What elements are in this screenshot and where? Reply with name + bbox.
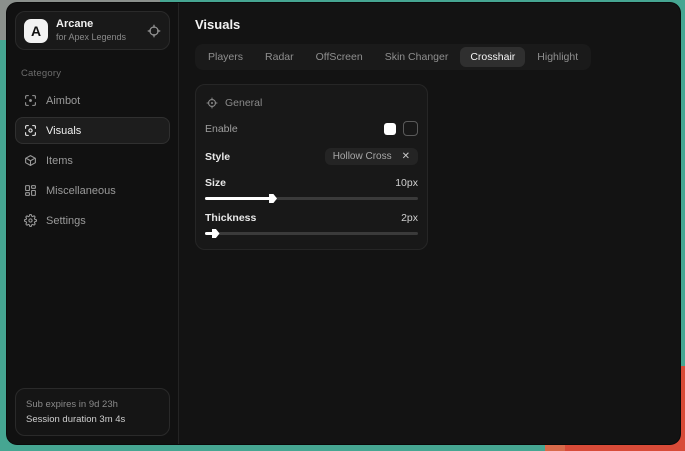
subscription-info-card: Sub expires in 9d 23h Session duration 3… [15,388,170,436]
sidebar-item-visuals[interactable]: Visuals [15,117,170,144]
enable-keybind-button[interactable] [403,121,418,136]
enable-checkbox[interactable] [384,123,396,135]
thickness-row: Thickness 2px [205,212,418,224]
crosshair-icon [206,97,218,109]
sidebar-item-label: Miscellaneous [46,185,116,197]
thickness-value: 2px [401,212,418,224]
size-slider-thumb[interactable] [269,194,277,203]
sidebar-item-label: Aimbot [46,95,80,107]
gear-icon [24,214,37,227]
sidebar-item-label: Settings [46,215,86,227]
sidebar-item-aimbot[interactable]: Aimbot [15,87,170,114]
sidebar: A Arcane for Apex Legends Category Aimbo… [7,3,179,444]
enable-label: Enable [205,123,238,135]
thickness-setting: Thickness 2px [205,212,418,235]
tab-radar[interactable]: Radar [255,47,304,67]
enable-controls [384,121,418,136]
session-duration-text: Session duration 3m 4s [26,412,159,427]
panel-header: General [206,97,417,109]
size-slider-fill [205,197,271,200]
style-select[interactable]: Hollow Cross ✕ [325,148,418,165]
thickness-slider[interactable] [205,232,418,235]
grid-icon [24,184,37,197]
package-icon [24,154,37,167]
app-name: Arcane [56,18,139,32]
viewfinder-icon [24,94,37,107]
sidebar-item-label: Items [46,155,73,167]
app-titles: Arcane for Apex Legends [56,18,139,43]
sidebar-item-items[interactable]: Items [15,147,170,174]
thickness-label: Thickness [205,212,256,224]
general-panel: General Enable Style Hollow Cross ✕ Size [195,84,428,250]
size-slider[interactable] [205,197,418,200]
enable-row: Enable [205,121,418,136]
sidebar-item-miscellaneous[interactable]: Miscellaneous [15,177,170,204]
size-row: Size 10px [205,177,418,189]
app-logo: A [24,19,48,43]
scan-eye-icon [24,124,37,137]
category-label: Category [21,68,164,79]
tab-crosshair[interactable]: Crosshair [460,47,525,67]
size-value: 10px [395,177,418,189]
size-label: Size [205,177,226,189]
style-label: Style [205,151,230,163]
close-icon[interactable]: ✕ [402,152,410,162]
tab-players[interactable]: Players [198,47,253,67]
tab-highlight[interactable]: Highlight [527,47,588,67]
style-selected-value: Hollow Cross [333,151,392,162]
crosshair-icon[interactable] [147,24,161,38]
page-title: Visuals [195,17,664,32]
app-subtitle: for Apex Legends [56,32,139,43]
sidebar-nav: Aimbot Visuals Items Miscellaneous [15,87,170,234]
style-row: Style Hollow Cross ✕ [205,148,418,165]
sidebar-item-label: Visuals [46,125,81,137]
thickness-slider-thumb[interactable] [212,229,220,238]
main-content: Visuals Players Radar OffScreen Skin Cha… [179,3,680,444]
sub-expiry-text: Sub expires in 9d 23h [26,397,159,412]
tab-skin-changer[interactable]: Skin Changer [375,47,459,67]
tab-offscreen[interactable]: OffScreen [306,47,373,67]
size-setting: Size 10px [205,177,418,200]
sidebar-item-settings[interactable]: Settings [15,207,170,234]
panel-title: General [225,97,262,109]
app-window: A Arcane for Apex Legends Category Aimbo… [7,3,680,444]
app-header-card: A Arcane for Apex Legends [15,11,170,50]
visuals-tabbar: Players Radar OffScreen Skin Changer Cro… [195,44,591,70]
